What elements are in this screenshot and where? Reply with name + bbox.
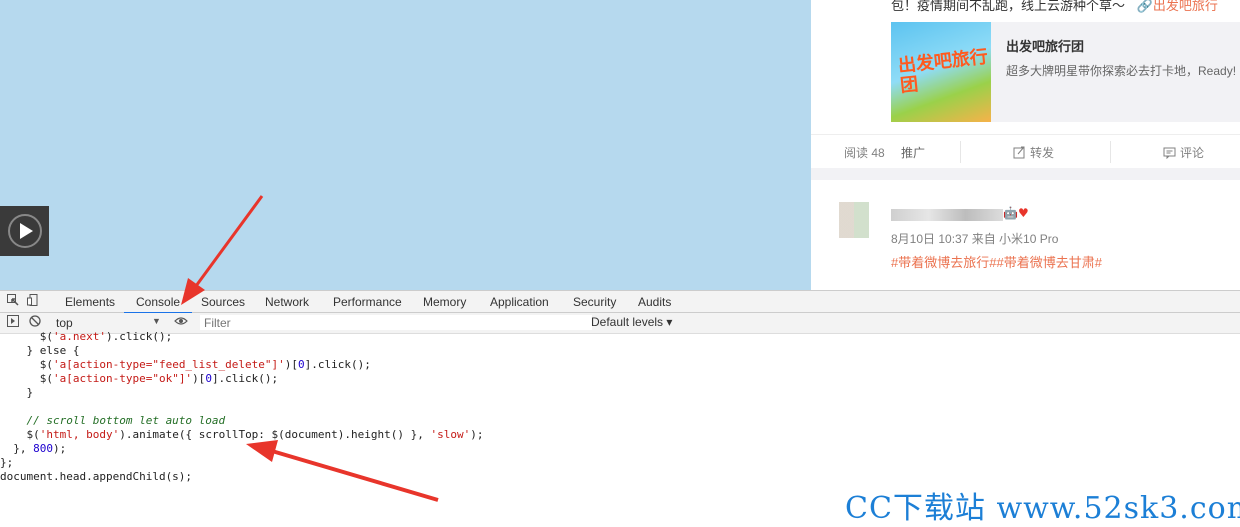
code-line: $('a[action-type="ok"]')[0].click(); xyxy=(0,372,279,385)
post-text-content: 包！疫情期间不乱跑，线上云游种个草～ xyxy=(891,0,1126,13)
inspect-element-icon[interactable] xyxy=(7,294,19,309)
video-play-button[interactable] xyxy=(0,206,49,256)
devtools-tab-bar: Elements Console Sources Network Perform… xyxy=(0,291,1240,314)
tab-network[interactable]: Network xyxy=(265,294,309,312)
repost-button[interactable]: 转发 xyxy=(1013,144,1054,161)
feed-card: 🤖♥ 8月10日 10:37 来自 小米10 Pro #带着微博去旅行##带着微… xyxy=(811,180,1240,290)
share-card[interactable]: 出发吧旅行团 出发吧旅行团 超多大牌明星带你探索必去打卡地，Ready! xyxy=(891,22,1240,122)
code-line: $('a.next').click(); xyxy=(0,330,173,343)
share-title: 出发吧旅行团 xyxy=(1006,39,1085,54)
tab-application[interactable]: Application xyxy=(490,294,549,312)
watermark: CC下载站 www.52sk3.com xyxy=(845,491,1240,526)
tab-memory[interactable]: Memory xyxy=(423,294,466,312)
comment-icon xyxy=(1163,147,1176,159)
feed-card: 包！疫情期间不乱跑，线上云游种个草～ 🔗出发吧旅行 出发吧旅行团 出发吧旅行团 … xyxy=(811,0,1240,168)
share-thumbnail: 出发吧旅行团 xyxy=(891,22,991,122)
divider xyxy=(960,141,961,163)
chevron-down-icon[interactable]: ▼ xyxy=(152,316,161,326)
code-line: }; xyxy=(0,456,14,469)
code-line: $('a[action-type="feed_list_delete"]')[0… xyxy=(0,358,371,371)
read-count: 阅读 48 xyxy=(844,146,885,160)
robot-badge-icon: 🤖 xyxy=(1003,206,1018,220)
comment-label: 评论 xyxy=(1180,146,1205,160)
user-badges: 🤖♥ xyxy=(1003,206,1029,220)
tab-elements[interactable]: Elements xyxy=(65,294,115,312)
post-meta: 8月10日 10:37 来自 小米10 Pro xyxy=(891,232,1059,246)
eye-icon[interactable] xyxy=(174,315,188,330)
device-toolbar-icon[interactable] xyxy=(27,294,39,309)
divider xyxy=(1110,141,1111,163)
code-line: document.head.appendChild(s); xyxy=(0,470,193,483)
weibo-feed: 包！疫情期间不乱跑，线上云游种个草～ 🔗出发吧旅行 出发吧旅行团 出发吧旅行团 … xyxy=(811,0,1240,290)
log-levels-dropdown[interactable]: Default levels ▾ xyxy=(591,315,672,329)
clear-console-icon[interactable] xyxy=(29,315,41,330)
heart-badge-icon: ♥ xyxy=(1017,206,1029,220)
code-comment: // scroll bottom let auto load xyxy=(0,414,226,427)
console-filter-input[interactable] xyxy=(200,315,592,330)
play-icon xyxy=(7,214,42,248)
post-hashtags[interactable]: #带着微博去旅行##带着微博去甘肃# xyxy=(891,252,1102,271)
console-toolbar: top ▼ Default levels ▾ xyxy=(0,313,1240,334)
repost-label: 转发 xyxy=(1030,146,1055,160)
comment-button[interactable]: 评论 xyxy=(1163,144,1204,161)
tab-performance[interactable]: Performance xyxy=(333,294,402,312)
post-actions: 阅读 48 推广 转发 评论 xyxy=(811,134,1240,169)
code-line: $('html, body').animate({ scrollTop: $(d… xyxy=(0,428,484,441)
tab-console[interactable]: Console xyxy=(124,294,193,314)
sidebar-toggle-icon[interactable] xyxy=(7,315,19,330)
tab-audits[interactable]: Audits xyxy=(638,294,671,312)
share-description: 超多大牌明星带你探索必去打卡地，Ready! xyxy=(1006,64,1237,78)
context-selector[interactable]: top xyxy=(56,316,162,330)
repost-icon xyxy=(1013,146,1025,159)
code-line: } xyxy=(0,386,34,399)
promote-button[interactable]: 推广 xyxy=(901,144,925,161)
tab-sources[interactable]: Sources xyxy=(201,294,245,312)
tab-security[interactable]: Security xyxy=(573,294,616,312)
username-blurred[interactable] xyxy=(891,209,1003,221)
code-line: }, 800); xyxy=(0,442,67,455)
avatar[interactable] xyxy=(839,202,869,238)
post-link-label: 出发吧旅行 xyxy=(1152,0,1218,13)
post-link[interactable]: 🔗出发吧旅行 xyxy=(1137,0,1218,13)
post-text: 包！疫情期间不乱跑，线上云游种个草～ 🔗出发吧旅行 xyxy=(891,0,1218,14)
thumbnail-logo-text: 出发吧旅行团 xyxy=(897,46,989,97)
code-line: } else { xyxy=(0,344,80,357)
